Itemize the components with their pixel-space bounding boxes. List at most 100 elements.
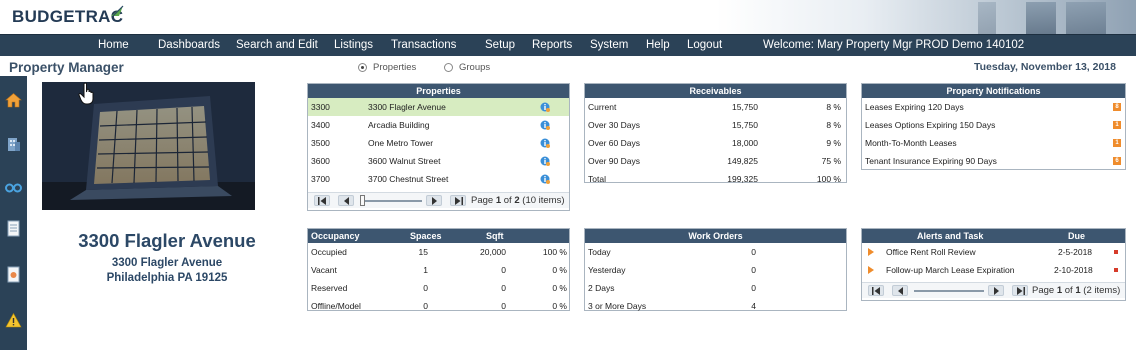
- table-row[interactable]: 3 or More Days 4: [585, 297, 846, 315]
- table-row[interactable]: 3400 Arcadia Building: [308, 116, 569, 134]
- property-code: 3500: [311, 138, 330, 148]
- next-page-icon: [432, 197, 437, 205]
- alert-due: 2-5-2018: [1058, 247, 1093, 257]
- nav-reports[interactable]: Reports: [532, 39, 572, 51]
- radio-button-selected[interactable]: [358, 63, 367, 72]
- next-page-button[interactable]: [988, 285, 1004, 296]
- document-icon[interactable]: [5, 220, 22, 237]
- nav-search-and-edit[interactable]: Search and Edit: [236, 39, 318, 51]
- table-row[interactable]: 2 Days 0: [585, 279, 846, 297]
- table-row[interactable]: Yesterday 0: [585, 261, 846, 279]
- property-name[interactable]: One Metro Tower: [368, 134, 433, 152]
- occupancy-label: Reserved: [311, 283, 348, 293]
- info-icon[interactable]: [540, 156, 550, 166]
- receivable-pct: 75 %: [821, 156, 841, 166]
- property-name[interactable]: 3700 Chestnut Street: [368, 170, 448, 188]
- property-address-line2: Philadelphia PA 19125: [106, 272, 228, 284]
- notification-label[interactable]: Tenant Insurance Expiring 90 Days: [865, 152, 997, 170]
- table-row[interactable]: Total 199,325 100 %: [585, 170, 846, 188]
- notification-label[interactable]: Leases Options Expiring 150 Days: [865, 116, 995, 134]
- table-row[interactable]: Over 60 Days 18,000 9 %: [585, 134, 846, 152]
- receivable-amount: 18,000: [732, 138, 758, 148]
- prev-page-button[interactable]: [892, 285, 908, 296]
- work-order-count: 0: [751, 247, 756, 257]
- first-page-button[interactable]: [314, 195, 330, 206]
- receivable-amount: 149,825: [727, 156, 758, 166]
- due-header: Due: [1068, 231, 1086, 241]
- table-row[interactable]: Current 15,750 8 %: [585, 98, 846, 116]
- notifications-panel: Property Notifications Leases Expiring 1…: [861, 83, 1126, 170]
- table-row[interactable]: Today 0: [585, 243, 846, 261]
- table-row[interactable]: 3500 One Metro Tower: [308, 134, 569, 152]
- building-icon[interactable]: [5, 135, 22, 152]
- table-row[interactable]: 3600 3600 Walnut Street: [308, 152, 569, 170]
- property-name[interactable]: Arcadia Building: [368, 116, 429, 134]
- radio-groups[interactable]: Groups: [444, 62, 490, 73]
- table-row[interactable]: Offline/Model 0 0 0 %: [308, 297, 569, 315]
- table-row[interactable]: Over 30 Days 15,750 8 %: [585, 116, 846, 134]
- properties-pager: Page 1 of 2 (10 items): [308, 192, 569, 208]
- alert-label[interactable]: Follow-up March Lease Expiration: [886, 261, 1020, 279]
- radio-properties[interactable]: Properties: [358, 62, 416, 73]
- list-item[interactable]: Tenant Insurance Expiring 90 Days 6: [862, 152, 1125, 170]
- page-slider-track[interactable]: [914, 290, 984, 292]
- list-item[interactable]: Leases Expiring 120 Days 8: [862, 98, 1125, 116]
- count-badge: 1: [1113, 139, 1121, 147]
- count-badge: 8: [1113, 103, 1121, 111]
- warning-icon[interactable]: [5, 312, 22, 329]
- table-row[interactable]: 3700 3700 Chestnut Street: [308, 170, 569, 188]
- priority-flag-icon: [1114, 250, 1118, 254]
- alerts-pager: Page 1 of 1 (2 items): [862, 282, 1125, 298]
- receivable-label: Total: [588, 174, 606, 184]
- report-icon[interactable]: [5, 266, 22, 283]
- table-row[interactable]: 3300 3300 Flagler Avenue: [308, 98, 569, 116]
- list-item[interactable]: Month-To-Month Leases 1: [862, 134, 1125, 152]
- last-page-button[interactable]: [450, 195, 466, 206]
- table-row[interactable]: Vacant 1 0 0 %: [308, 261, 569, 279]
- home-icon[interactable]: [5, 92, 22, 109]
- last-page-button[interactable]: [1012, 285, 1028, 296]
- prev-page-icon: [898, 287, 903, 295]
- nav-dashboards[interactable]: Dashboards: [158, 39, 220, 51]
- table-row[interactable]: Follow-up March Lease Expiration 2-10-20…: [862, 261, 1125, 279]
- table-row[interactable]: Over 90 Days 149,825 75 %: [585, 152, 846, 170]
- nav-logout[interactable]: Logout: [687, 39, 722, 51]
- nav-listings[interactable]: Listings: [334, 39, 373, 51]
- info-icon[interactable]: [540, 138, 550, 148]
- occupancy-pct: 100 %: [542, 247, 567, 257]
- nav-setup[interactable]: Setup: [485, 39, 515, 51]
- nav-transactions[interactable]: Transactions: [391, 39, 456, 51]
- binoculars-icon[interactable]: [5, 178, 22, 195]
- info-icon[interactable]: [540, 120, 550, 130]
- table-row[interactable]: Reserved 0 0 0 %: [308, 279, 569, 297]
- receivable-amount: 199,325: [727, 174, 758, 184]
- occupancy-header: Occupancy: [311, 231, 360, 241]
- alert-label[interactable]: Office Rent Roll Review: [886, 243, 976, 261]
- notification-label[interactable]: Month-To-Month Leases: [865, 134, 957, 152]
- notification-label[interactable]: Leases Expiring 120 Days: [865, 98, 964, 116]
- occupancy-sqft: 0: [501, 265, 506, 275]
- list-item[interactable]: Leases Options Expiring 150 Days 1: [862, 116, 1125, 134]
- table-row[interactable]: Office Rent Roll Review 2-5-2018: [862, 243, 1125, 261]
- info-icon[interactable]: [540, 174, 550, 184]
- top-banner: [0, 0, 1136, 34]
- info-icon[interactable]: [540, 102, 550, 112]
- table-row[interactable]: Occupied 15 20,000 100 %: [308, 243, 569, 261]
- occupancy-label: Vacant: [311, 265, 337, 275]
- receivable-amount: 15,750: [732, 120, 758, 130]
- app-logo[interactable]: BUDGETRAC: [12, 7, 123, 27]
- property-name[interactable]: 3600 Walnut Street: [368, 152, 440, 170]
- prev-page-button[interactable]: [338, 195, 354, 206]
- property-name[interactable]: 3300 Flagler Avenue: [368, 98, 446, 116]
- alert-due: 2-10-2018: [1054, 265, 1093, 275]
- page-slider-thumb[interactable]: [360, 195, 365, 206]
- next-page-button[interactable]: [426, 195, 442, 206]
- nav-help[interactable]: Help: [646, 39, 670, 51]
- nav-system[interactable]: System: [590, 39, 628, 51]
- priority-flag-icon: [1114, 268, 1118, 272]
- page-slider-track[interactable]: [360, 200, 422, 202]
- radio-button[interactable]: [444, 63, 453, 72]
- nav-home[interactable]: Home: [98, 39, 129, 51]
- count-badge: 6: [1113, 157, 1121, 165]
- first-page-button[interactable]: [868, 285, 884, 296]
